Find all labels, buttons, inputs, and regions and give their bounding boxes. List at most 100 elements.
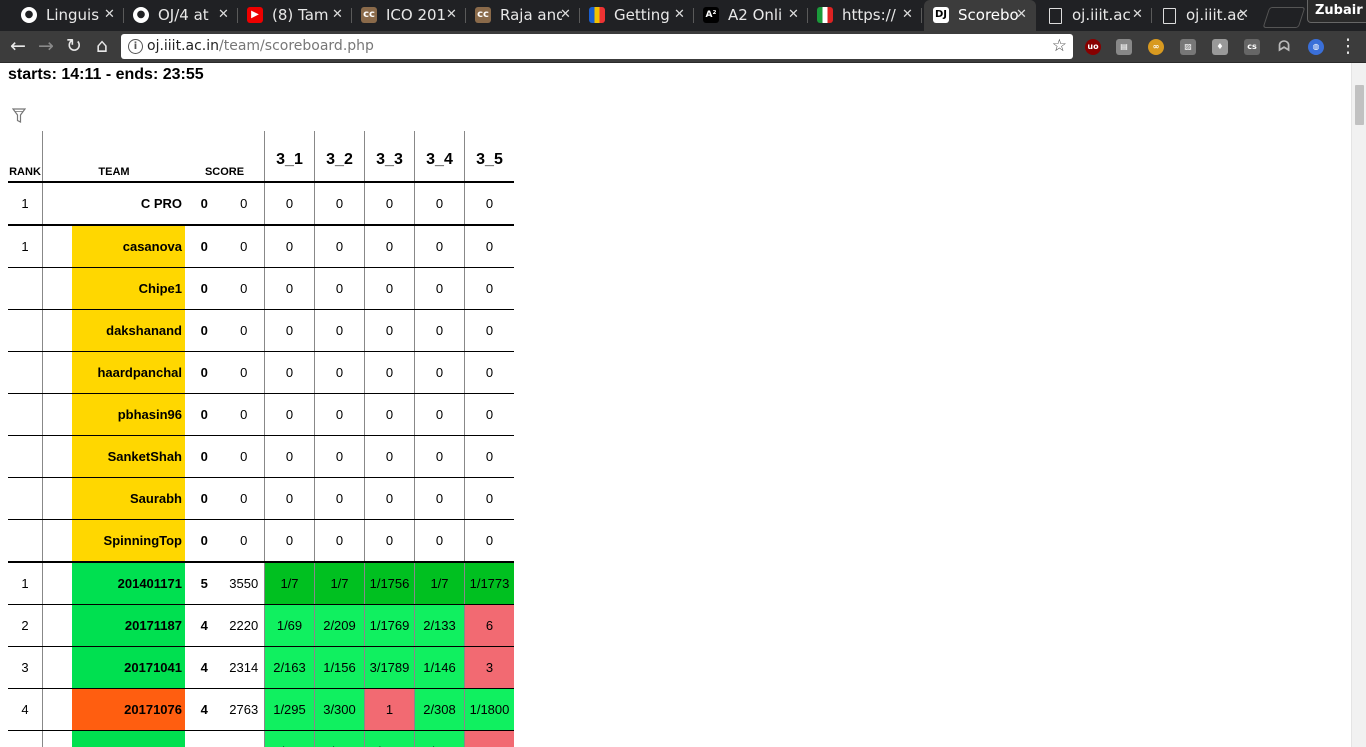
table-row[interactable]: haardpanchal 0 0 0 0 0 0 0 [8, 351, 514, 394]
team-name[interactable]: C PRO [42, 182, 185, 226]
affiliation-cell [42, 267, 72, 310]
scrollbar-thumb[interactable] [1355, 85, 1364, 125]
problem-header[interactable]: 3_3 [364, 131, 415, 183]
affiliation-cell [42, 688, 72, 731]
team-name[interactable]: SanketShah [71, 435, 185, 478]
team-name[interactable]: haardpanchal [71, 351, 185, 394]
filter-icon[interactable] [12, 108, 26, 124]
tab-oj-1[interactable]: oj.iiit.ac ✕ [1038, 0, 1152, 31]
profile-button[interactable]: Zubair [1307, 0, 1366, 23]
tab-getting[interactable]: Getting ✕ [580, 0, 694, 31]
rank-cell: 4 [8, 688, 43, 731]
extension-icon[interactable]: cs [1244, 39, 1260, 55]
tab-youtube[interactable]: ▶ (8) Tam ✕ [238, 0, 352, 31]
tab-ico[interactable]: cc ICO 201 ✕ [352, 0, 466, 31]
close-tab-icon[interactable]: ✕ [560, 0, 571, 30]
problem-cell: 1/146 [414, 646, 465, 689]
menu-icon[interactable]: ⋮ [1336, 35, 1360, 59]
table-row[interactable]: pbhasin96 0 0 0 0 0 0 0 [8, 393, 514, 436]
team-name[interactable]: 201401171 [71, 562, 185, 605]
extension-icon[interactable]: ♦ [1212, 39, 1228, 55]
tab-oj4[interactable]: ● OJ/4 at ✕ [124, 0, 238, 31]
extension-icon[interactable]: ▤ [1116, 39, 1132, 55]
rank-cell: 5 [8, 730, 43, 747]
page-scrollbar[interactable] [1351, 63, 1366, 747]
table-row[interactable]: 2 20171187 4 2220 1/69 2/209 1/1769 2/13… [8, 604, 514, 647]
home-icon[interactable]: ⌂ [90, 35, 114, 59]
problem-header[interactable]: 3_5 [464, 131, 514, 183]
time-cell: 0 [223, 519, 266, 563]
address-bar[interactable]: i oj.iiit.ac.in/team/scoreboard.php ☆ [121, 34, 1073, 59]
problem-cell: 0 [264, 225, 315, 268]
problem-cell: 0 [264, 267, 315, 310]
flag-icon [817, 7, 833, 23]
youtube-icon: ▶ [247, 7, 263, 23]
time-cell: 0 [223, 225, 266, 268]
forward-arrow-icon[interactable]: → [34, 35, 58, 59]
problem-cell: 0 [464, 351, 514, 394]
problem-header[interactable]: 3_2 [314, 131, 365, 183]
team-name[interactable]: pbhasin96 [71, 393, 185, 436]
close-tab-icon[interactable]: ✕ [1132, 0, 1143, 30]
rank-cell [8, 309, 43, 352]
table-row[interactable]: Chipe1 0 0 0 0 0 0 0 [8, 267, 514, 310]
ghost-icon[interactable]: ᗣ [1276, 39, 1292, 55]
info-icon[interactable]: i [128, 39, 143, 54]
problem-header[interactable]: 3_4 [414, 131, 465, 183]
scoreboard-header-row: RANK TEAM SCORE 3_1 3_2 3_3 3_4 3_5 [8, 131, 514, 183]
close-tab-icon[interactable]: ✕ [332, 0, 343, 30]
bookmark-star-icon[interactable]: ☆ [1052, 34, 1067, 59]
problem-header[interactable]: 3_1 [264, 131, 315, 183]
new-tab-button[interactable] [1262, 7, 1306, 28]
url-text[interactable]: oj.iiit.ac.in/team/scoreboard.php [147, 34, 374, 59]
problem-cell: 0 [414, 351, 465, 394]
close-tab-icon[interactable]: ✕ [788, 0, 799, 30]
close-tab-icon[interactable]: ✕ [1238, 0, 1249, 30]
score-header[interactable]: SCORE [185, 131, 265, 183]
table-row[interactable]: 3 20171041 4 2314 2/163 1/156 3/1789 1/1… [8, 646, 514, 689]
team-name[interactable]: dakshanand [71, 309, 185, 352]
problem-cell: 0 [364, 309, 415, 352]
extension-icon[interactable]: ▨ [1180, 39, 1196, 55]
extension-icon[interactable]: ∞ [1148, 39, 1164, 55]
table-row[interactable]: SpinningTop 0 0 0 0 0 0 0 [8, 519, 514, 563]
team-name[interactable]: Saurabh [71, 477, 185, 520]
table-row[interactable]: 1 201401171 5 3550 1/7 1/7 1/1756 1/7 1/… [8, 562, 514, 605]
rank-header[interactable]: RANK [8, 131, 43, 183]
tab-linguis[interactable]: ● Linguis ✕ [12, 0, 124, 31]
close-tab-icon[interactable]: ✕ [446, 0, 457, 30]
time-cell: 2906 [223, 730, 266, 747]
team-name[interactable]: casanova [71, 225, 185, 268]
back-arrow-icon[interactable]: ← [6, 35, 30, 59]
points-cell: 0 [185, 435, 224, 478]
table-row[interactable]: dakshanand 0 0 0 0 0 0 0 [8, 309, 514, 352]
points-cell: 0 [185, 519, 224, 563]
reload-icon[interactable]: ↻ [62, 35, 86, 59]
team-name[interactable]: 20171007 [71, 730, 185, 747]
tab-oj-2[interactable]: oj.iiit.ac ✕ [1152, 0, 1266, 31]
team-name[interactable]: 20171041 [71, 646, 185, 689]
summary-row[interactable]: 1 C PRO 0 0 0 0 0 0 0 [8, 182, 514, 226]
points-cell: 4 [185, 604, 224, 647]
tab-raja[interactable]: cc Raja and ✕ [466, 0, 580, 31]
team-header[interactable]: TEAM [42, 131, 185, 183]
team-name[interactable]: 20171076 [71, 688, 185, 731]
tab-a2[interactable]: A² A2 Onli ✕ [694, 0, 808, 31]
team-name[interactable]: SpinningTop [71, 519, 185, 563]
tab-https[interactable]: https:// ✕ [808, 0, 922, 31]
team-name[interactable]: Chipe1 [71, 267, 185, 310]
table-row[interactable]: Saurabh 0 0 0 0 0 0 0 [8, 477, 514, 520]
table-row[interactable]: 1 casanova 0 0 0 0 0 0 0 [8, 225, 514, 268]
table-row[interactable]: 4 20171076 4 2763 1/295 3/300 1 2/308 1/… [8, 688, 514, 731]
close-tab-icon[interactable]: ✕ [218, 0, 229, 30]
table-row[interactable]: 5 20171007 4 2906 5/196 7/346 4/1783 1/3… [8, 730, 514, 747]
close-tab-icon[interactable]: ✕ [1016, 0, 1027, 30]
globe-icon[interactable]: ◍ [1308, 39, 1324, 55]
team-name[interactable]: 20171187 [71, 604, 185, 647]
tab-scoreboard[interactable]: DJ Scorebo ✕ [924, 0, 1036, 31]
table-row[interactable]: SanketShah 0 0 0 0 0 0 0 [8, 435, 514, 478]
ublock-icon[interactable]: uo [1085, 39, 1101, 55]
close-tab-icon[interactable]: ✕ [902, 0, 913, 30]
close-tab-icon[interactable]: ✕ [104, 0, 115, 30]
close-tab-icon[interactable]: ✕ [674, 0, 685, 30]
